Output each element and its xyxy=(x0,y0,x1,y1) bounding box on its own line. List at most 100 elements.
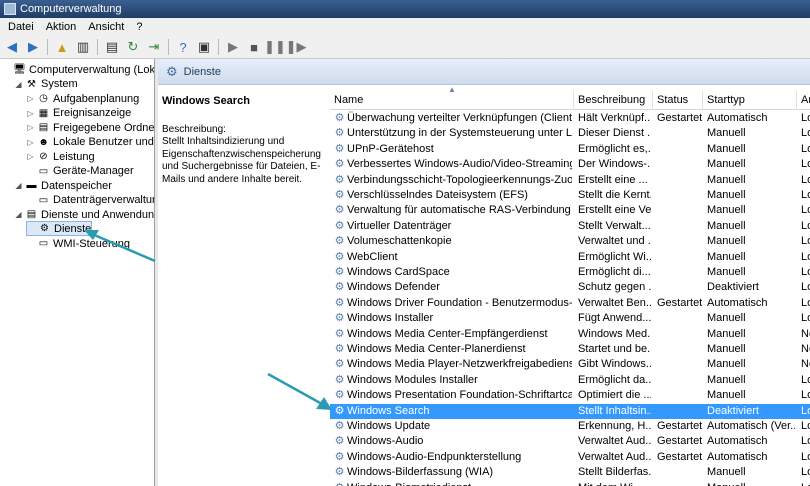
service-name: Verwaltung für automatische RAS-Verbindu… xyxy=(347,204,571,217)
column-header-name[interactable]: Name xyxy=(330,91,574,110)
tree-item-label: Ereignisanzeige xyxy=(53,107,132,119)
tree-item[interactable]: ▭ Datenträgerverwaltung xyxy=(26,193,154,208)
tree-item[interactable]: ▭ WMI-Steuerung xyxy=(26,236,130,251)
service-starttype: Automatisch xyxy=(707,112,768,124)
users-icon: ☻ xyxy=(38,136,49,148)
service-status xyxy=(657,280,703,295)
service-description-cell: Stellt Inhaltsin... xyxy=(578,404,651,417)
service-status xyxy=(657,404,703,419)
service-name: WebClient xyxy=(347,250,398,263)
service-gear-icon: ⚙ xyxy=(334,266,345,278)
table-row[interactable]: ⚙ Windows CardSpace Ermöglicht di... Manuel… xyxy=(330,265,810,280)
up-folder-icon[interactable]: ▲ xyxy=(53,38,71,56)
restart-service-icon[interactable]: ❚▶ xyxy=(286,38,307,56)
forward-arrow-icon[interactable]: ▶ xyxy=(24,38,42,56)
table-row[interactable]: ⚙ Überwachung verteilter Verknüpfungen (C… xyxy=(330,111,810,126)
table-row[interactable]: ⚙ Windows Media Player-Netzwerkfreigabedi… xyxy=(330,357,810,372)
table-row[interactable]: ⚙ Windows Media Center-Empfängerdienst Win… xyxy=(330,327,810,342)
expand-toggle-icon[interactable]: ▷ xyxy=(26,152,35,161)
service-gear-icon: ⚙ xyxy=(334,296,345,309)
stop-service-icon[interactable]: ■ xyxy=(245,38,263,56)
table-row[interactable]: ⚙ Windows Driver Foundation - Benutzermod… xyxy=(330,296,810,311)
table-row[interactable]: ⚙ Windows-Audio Verwaltet Aud... Gestartet A… xyxy=(330,434,810,449)
service-logon: Lo xyxy=(801,312,810,325)
tree-item[interactable]: ◢ ⚒ System xyxy=(14,77,77,92)
service-name: Windows-Biometriedienst xyxy=(347,481,572,486)
table-row[interactable]: ⚙ Verbessertes Windows-Audio/Video-Stream… xyxy=(330,157,810,172)
table-row[interactable]: ⚙ Windows-Audio-Endpunkterstellung Verwalt… xyxy=(330,450,810,465)
column-header-starttype[interactable]: Starttyp xyxy=(703,91,797,110)
menu-help[interactable]: ? xyxy=(130,21,148,33)
service-starttype: Automatisch xyxy=(707,435,768,448)
tree-item[interactable]: ▷ ▦ Ereignisanzeige xyxy=(26,106,131,121)
column-header-status[interactable]: Status xyxy=(653,91,703,110)
service-name: Windows Update xyxy=(347,420,431,432)
table-row[interactable]: ⚙ Windows Installer Fügt Anwend... Manuell L… xyxy=(330,311,810,326)
start-service-icon[interactable]: ▶ xyxy=(224,38,242,56)
table-row[interactable]: ⚙ Windows Update Erkennung, H... Gestartet A… xyxy=(330,419,810,434)
tree-item[interactable]: ▷ ▤ Freigegebene Ordner xyxy=(26,120,154,135)
tree-item[interactable]: 🖥 Computerverwaltung (Lokal) xyxy=(2,62,154,77)
service-name: Windows Media Player-Netzwerkfreigabedie… xyxy=(347,358,572,371)
expand-toggle-icon[interactable]: ▷ xyxy=(26,138,35,147)
back-arrow-icon[interactable]: ◀ xyxy=(3,38,21,56)
tree-item[interactable]: ▭ Geräte-Manager xyxy=(26,164,134,179)
table-row[interactable]: ⚙ Unterstützung in der Systemsteuerung un… xyxy=(330,126,810,141)
service-starttype: Manuell xyxy=(707,219,746,232)
table-row[interactable]: ⚙ UPnP-Gerätehost Ermöglicht es,... Manuell… xyxy=(330,142,810,157)
service-starttype: Manuell xyxy=(707,173,746,186)
expand-toggle-icon[interactable]: ▷ xyxy=(26,94,35,103)
export-list-icon[interactable]: ⇥ xyxy=(145,38,163,56)
action-pane-icon[interactable]: ▣ xyxy=(195,38,213,56)
refresh-icon[interactable]: ↻ xyxy=(124,38,142,56)
table-row[interactable]: ⚙ Windows Search Stellt Inhaltsin... Deakti… xyxy=(330,403,810,419)
expand-toggle-icon[interactable]: ◢ xyxy=(14,80,23,89)
table-row[interactable]: ⚙ Virtueller Datenträger Stellt Verwalt...… xyxy=(330,219,810,234)
tree-item[interactable]: ▷ ⊘ Leistung xyxy=(26,149,94,164)
service-starttype: Manuell xyxy=(707,481,795,486)
expand-toggle-icon[interactable]: ▷ xyxy=(26,123,35,132)
service-name: Windows Modules Installer xyxy=(347,373,478,386)
service-logon: Lo xyxy=(801,189,810,201)
tree-item[interactable]: ▷☻ Lokale Benutzer und Gr xyxy=(26,135,154,150)
column-header-description[interactable]: Beschreibung xyxy=(574,91,653,110)
expand-toggle-icon[interactable]: ◢ xyxy=(14,210,23,219)
toolbar-separator xyxy=(218,39,219,55)
table-row[interactable]: ⚙ Windows-Bilderfassung (WIA) Stellt Bilde… xyxy=(330,465,810,480)
service-description-cell: Hält Verknüpf... xyxy=(578,112,651,124)
service-description-cell: Stellt Verwalt... xyxy=(578,219,651,232)
pause-service-icon[interactable]: ❚❚ xyxy=(264,38,286,56)
table-row[interactable]: ⚙ Volumeschattenkopie Verwaltet und ... Man… xyxy=(330,234,810,249)
service-starttype: Manuell xyxy=(707,127,746,140)
help-icon[interactable]: ? xyxy=(174,38,192,56)
service-gear-icon: ⚙ xyxy=(334,281,345,294)
service-gear-icon: ⚙ xyxy=(334,358,345,371)
menu-aktion[interactable]: Aktion xyxy=(40,21,83,33)
service-gear-icon: ⚙ xyxy=(334,420,345,432)
menu-ansicht[interactable]: Ansicht xyxy=(82,21,130,33)
table-row[interactable]: ⚙ Windows Modules Installer Ermöglicht da.… xyxy=(330,373,810,388)
service-description-cell: Erstellt eine Ve... xyxy=(578,204,651,217)
table-row[interactable]: ⚙Windows-Biometriedienst Mit dem Wi... Man… xyxy=(330,481,810,486)
tree-item[interactable]: ⚙ Dienste xyxy=(26,221,93,236)
tree-item[interactable]: ◢▤ Dienste und Anwendungen xyxy=(14,207,154,222)
table-row[interactable]: ⚙ Windows Media Center-Planerdienst Starte… xyxy=(330,342,810,357)
menu-datei[interactable]: Datei xyxy=(2,21,40,33)
table-row[interactable]: ⚙ Windows Presentation Foundation-Schrift… xyxy=(330,388,810,403)
table-row[interactable]: ⚙ Windows Defender Schutz gegen ... Deaktiv… xyxy=(330,280,810,295)
table-row[interactable]: ⚙ Verbindungsschicht-Topologieerkennungs-… xyxy=(330,173,810,188)
show-tree-icon[interactable]: ▥ xyxy=(74,38,92,56)
service-starttype: Manuell xyxy=(707,327,746,340)
column-header-logon[interactable]: Ar xyxy=(797,91,810,110)
properties-icon[interactable]: ▤ xyxy=(103,38,121,56)
expand-toggle-icon[interactable]: ▷ xyxy=(26,109,35,118)
tree-item[interactable]: ◢ ▬ Datenspeicher xyxy=(14,178,112,193)
service-description-cell: Verwaltet Aud... xyxy=(578,435,651,448)
table-row[interactable]: ⚙ Verwaltung für automatische RAS-Verbind… xyxy=(330,203,810,218)
tree-item[interactable]: ▷ ◷ Aufgabenplanung xyxy=(26,91,139,106)
storage-icon: ▬ xyxy=(26,180,37,191)
service-status xyxy=(657,265,703,280)
expand-toggle-icon[interactable]: ◢ xyxy=(14,181,23,190)
table-row[interactable]: ⚙WebClient Ermöglicht Wi... Manuell Lo xyxy=(330,250,810,265)
table-row[interactable]: ⚙ Verschlüsselndes Dateisystem (EFS) Stell… xyxy=(330,188,810,203)
